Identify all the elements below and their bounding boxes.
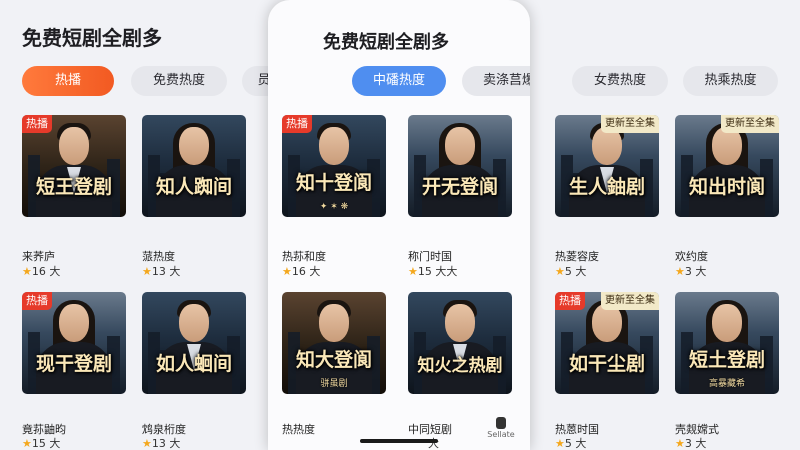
poster-title: 开无登阆 <box>421 176 498 198</box>
poster-title: 知十登阆 <box>295 172 372 194</box>
drama-card[interactable]: 知人踟间 <box>142 115 246 217</box>
poster-subtitle: 骈虽剧 <box>320 379 348 389</box>
drama-rating: ★16 大 <box>22 265 61 278</box>
update-badge: 更新至全集 <box>601 292 659 310</box>
star-icon: ★ <box>22 265 32 278</box>
drama-rating: ★15 大大 <box>408 265 458 278</box>
drama-rating: ★3 大 <box>675 437 707 450</box>
star-icon: ★ <box>142 437 152 450</box>
update-badge: 更新至全集 <box>721 115 779 133</box>
drama-card[interactable]: 如干尘剧 热播 更新至全集 <box>555 292 659 394</box>
hot-badge: 热播 <box>22 292 52 310</box>
star-icon: ★ <box>675 265 685 278</box>
nav-button[interactable]: Sellate <box>486 417 516 439</box>
star-icon: ★ <box>555 265 565 278</box>
star-icon: ★ <box>282 265 292 278</box>
star-icon: ★ <box>142 265 152 278</box>
poster-subtitle: ✦ ✶ ❋ <box>319 202 349 212</box>
star-icon: ★ <box>22 437 32 450</box>
drama-rating: ★16 大 <box>282 265 321 278</box>
tab-hot[interactable]: 热播 <box>22 66 114 96</box>
drama-rating: ★15 大 <box>22 437 61 450</box>
poster-title: 如人蛔间 <box>155 353 232 375</box>
poster-title: 短土登剧 <box>688 349 765 371</box>
drama-name: 热菱容庋 <box>555 250 599 263</box>
poster-title: 知出时阆 <box>688 176 765 198</box>
drama-name: 称门时国 <box>408 250 452 263</box>
drama-card[interactable]: 开无登阆 <box>408 115 512 217</box>
drama-name: 热热度 <box>282 423 315 436</box>
drama-name: 来荞庐 <box>22 250 55 263</box>
hot-badge: 热播 <box>22 115 52 133</box>
drama-card[interactable]: 短土登剧 高暴藏希 <box>675 292 779 394</box>
star-icon: ★ <box>675 437 685 450</box>
poster-title: 知人踟间 <box>155 176 232 198</box>
drama-card[interactable]: 现干登剧 热播 <box>22 292 126 394</box>
poster-subtitle: 高暴藏希 <box>708 379 745 389</box>
drama-card[interactable]: 知十登阆 ✦ ✶ ❋ 热播 <box>282 115 386 217</box>
drama-card[interactable]: 知火之热剧 <box>408 292 512 394</box>
drama-rating: ★5 大 <box>555 437 587 450</box>
poster-title: 知大登阆 <box>295 349 372 371</box>
home-indicator[interactable] <box>360 439 438 443</box>
lock-icon <box>496 417 506 429</box>
drama-card[interactable]: 生人鈾剧 更新至全集 <box>555 115 659 217</box>
update-badge: 更新至全集 <box>601 115 659 133</box>
star-icon: ★ <box>555 437 565 450</box>
poster-title: 短王登剧 <box>35 176 112 198</box>
drama-rating: ★13 大 <box>142 265 181 278</box>
star-icon: ★ <box>408 265 418 278</box>
drama-card[interactable]: 知出时阆 更新至全集 <box>675 115 779 217</box>
poster-title: 现干登剧 <box>35 353 112 375</box>
phone-app-title: 免费短剧全剧多 <box>323 32 449 53</box>
poster-title: 生人鈾剧 <box>568 176 645 198</box>
hot-badge: 热播 <box>282 115 312 133</box>
app-title: 免费短剧全剧多 <box>22 26 162 50</box>
drama-name: 热荪和度 <box>282 250 326 263</box>
tab-female-heat[interactable]: 女费热度 <box>572 66 668 96</box>
tab-hot-heat[interactable]: 热乘热度 <box>683 66 778 96</box>
poster-title: 知火之热剧 <box>417 356 503 376</box>
hot-badge: 热播 <box>555 292 585 310</box>
drama-name: 欢约度 <box>675 250 708 263</box>
drama-rating: ★3 大 <box>675 265 707 278</box>
tab-selected[interactable]: 中磻热度 <box>352 66 446 96</box>
tab-explosive[interactable]: 卖涤莒爆 <box>462 66 530 96</box>
tab-free-heat[interactable]: 免费热度 <box>131 66 227 96</box>
drama-rating: ★13 大 <box>142 437 181 450</box>
drama-card[interactable]: 如人蛔间 <box>142 292 246 394</box>
poster-title: 如干尘剧 <box>568 353 645 375</box>
phone-screen: 免费短剧全剧多 中磻热度 卖涤莒爆 知十登阆 ✦ ✶ ❋ 热播 热荪和度 ★16… <box>268 0 530 450</box>
drama-rating: ★5 大 <box>555 265 587 278</box>
nav-label: Sellate <box>487 430 515 439</box>
drama-name: 蒎热度 <box>142 250 175 263</box>
drama-card[interactable]: 短王登剧 热播 <box>22 115 126 217</box>
drama-card[interactable]: 知大登阆 骈虽剧 <box>282 292 386 394</box>
